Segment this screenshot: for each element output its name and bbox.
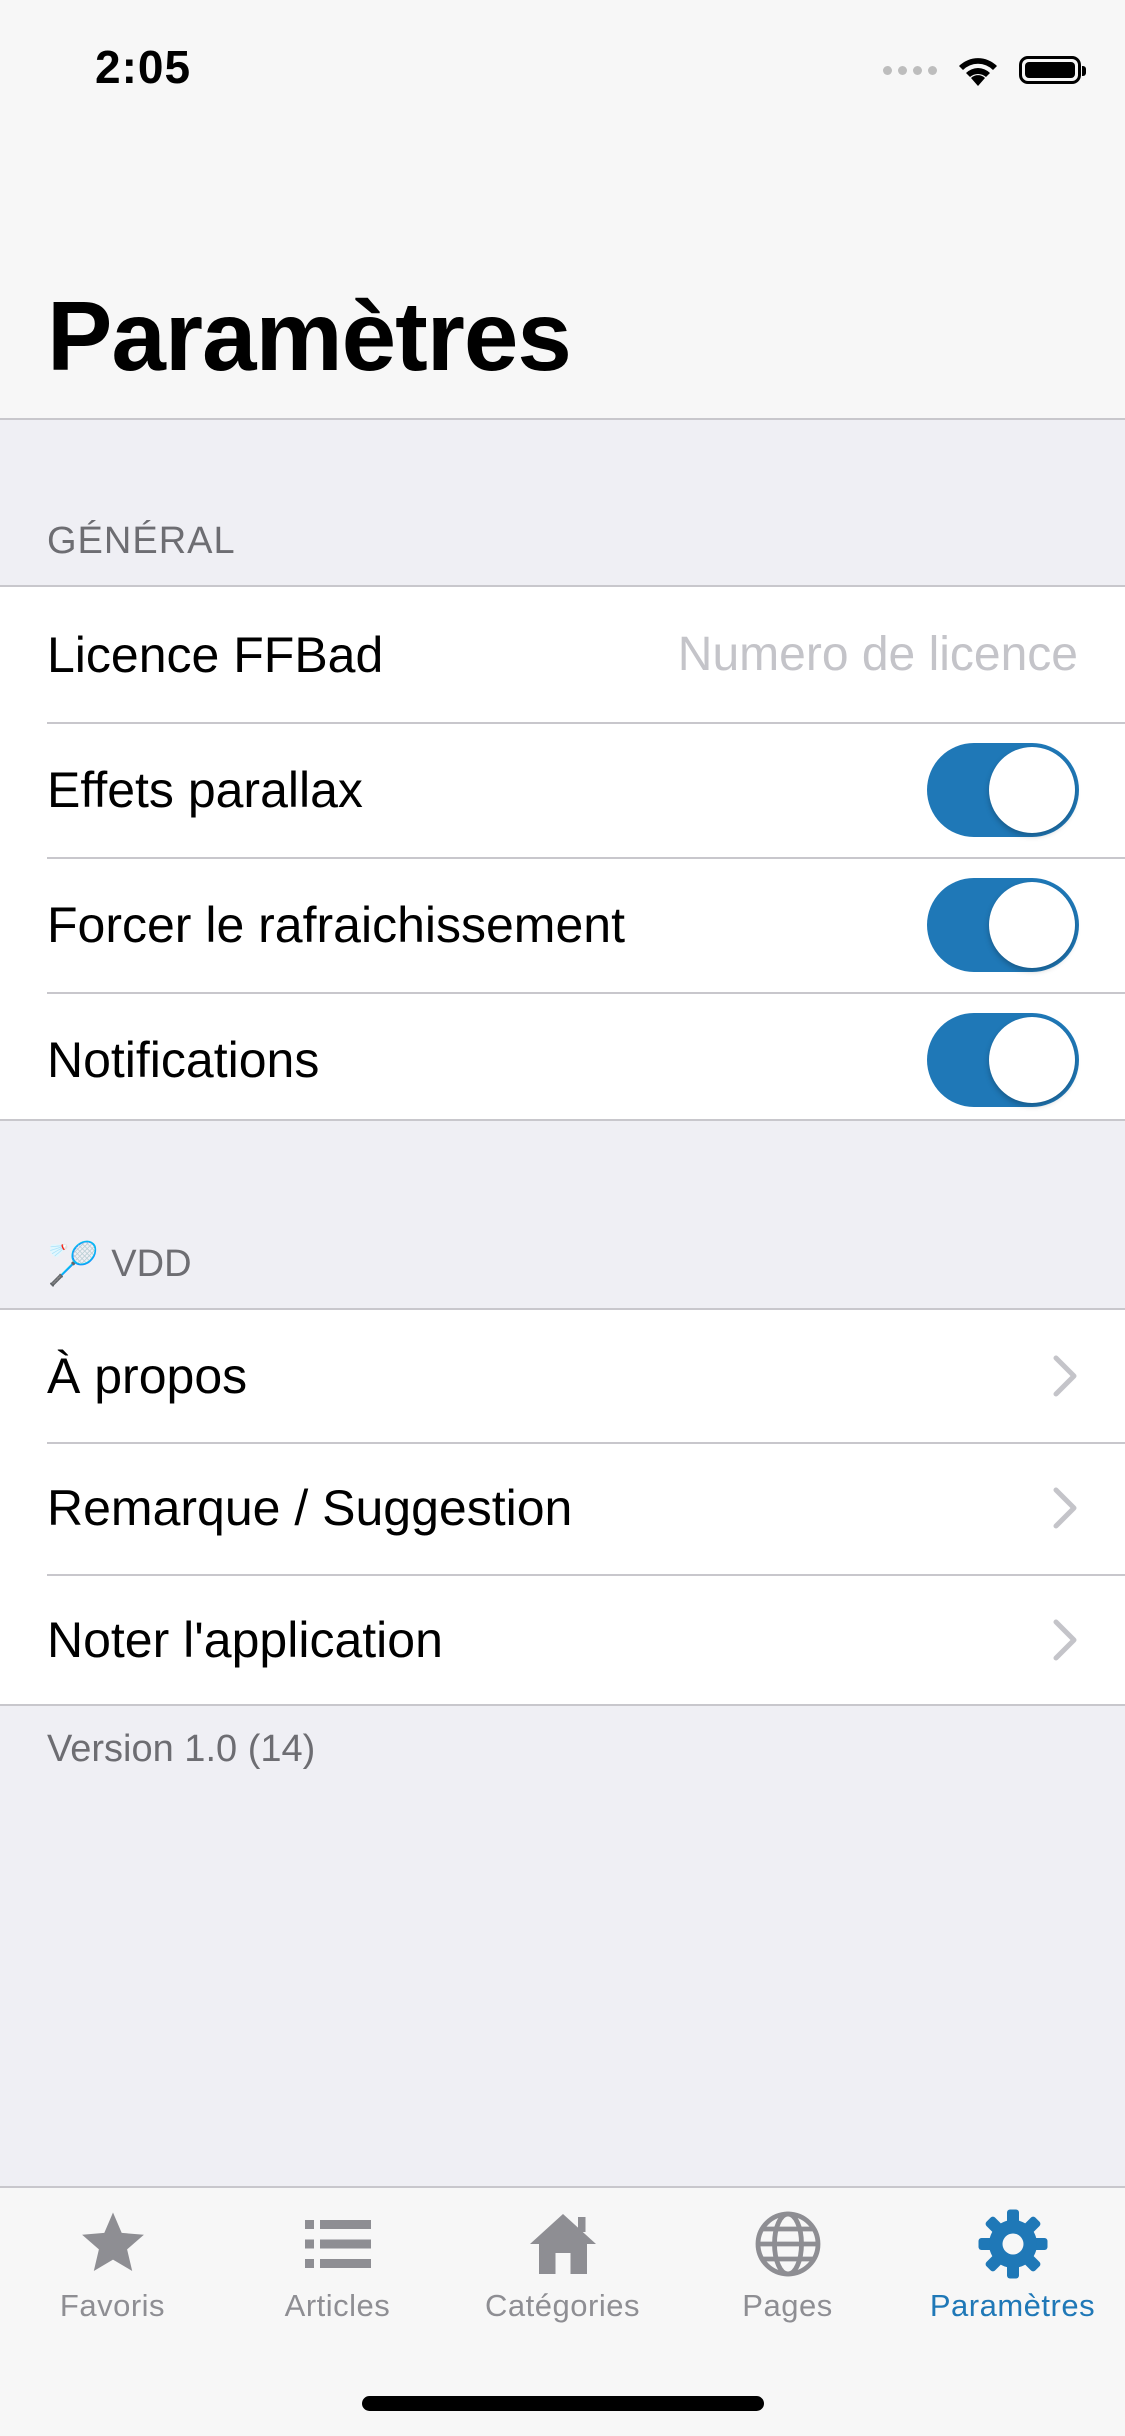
tab-parametres[interactable]: Paramètres [900, 2208, 1125, 2324]
licence-label: Licence FFBad [47, 626, 384, 683]
parallax-row: Effets parallax [0, 722, 1125, 857]
home-icon [529, 2214, 596, 2274]
tab-favoris[interactable]: Favoris [0, 2208, 225, 2324]
notifications-row: Notifications [0, 992, 1125, 1127]
tab-favoris-label: Favoris [59, 2288, 166, 2323]
section-header-general: GÉNÉRAL [47, 520, 236, 562]
tab-articles[interactable]: Articles [225, 2208, 450, 2324]
parallax-label: Effets parallax [47, 761, 363, 818]
list-icon [304, 2220, 371, 2268]
list-item-suggestion[interactable]: Remarque / Suggestion [0, 1442, 1125, 1574]
cellular-signal-icon [883, 65, 937, 75]
chevron-right-icon [1053, 1619, 1077, 1661]
parallax-toggle[interactable] [927, 742, 1079, 837]
notifications-label: Notifications [47, 1031, 320, 1088]
gear-icon [978, 2209, 1047, 2279]
about-label: À propos [47, 1348, 248, 1404]
suggestion-label: Remarque / Suggestion [47, 1480, 573, 1536]
globe-icon [755, 2211, 820, 2277]
wifi-icon [959, 58, 997, 86]
notifications-toggle[interactable] [927, 1012, 1079, 1107]
refresh-label: Forcer le rafraichissement [47, 896, 625, 953]
rate-app-label: Noter l'application [47, 1612, 443, 1668]
chevron-right-icon [1053, 1487, 1077, 1529]
vdd-group: À propos Remarque / Suggestion Noter l'a… [0, 1308, 1125, 1706]
refresh-row: Forcer le rafraichissement [0, 857, 1125, 992]
vdd-header-label: VDD [111, 1243, 192, 1285]
list-item-about[interactable]: À propos [0, 1310, 1125, 1442]
list-item-rate-app[interactable]: Noter l'application [0, 1574, 1125, 1706]
tab-pages[interactable]: Pages [675, 2208, 900, 2324]
version-label: Version 1.0 (14) [47, 1728, 316, 1770]
navigation-bar: 2:05 Paramètres [0, 0, 1125, 420]
tab-pages-label: Pages [742, 2288, 833, 2323]
badminton-icon: 🏸 [47, 1240, 100, 1287]
tab-articles-label: Articles [284, 2288, 391, 2323]
chevron-right-icon [1053, 1355, 1077, 1397]
refresh-toggle[interactable] [927, 877, 1079, 972]
battery-icon [1019, 56, 1086, 84]
licence-input[interactable] [556, 626, 1080, 683]
tab-categories-label: Catégories [485, 2288, 640, 2323]
status-time: 2:05 [95, 41, 192, 93]
tab-parametres-label: Paramètres [929, 2288, 1096, 2323]
tab-categories[interactable]: Catégories [450, 2208, 675, 2324]
star-icon [81, 2212, 144, 2271]
general-group: Licence FFBad Effets parallax Forcer le … [0, 585, 1125, 1121]
home-indicator [362, 2396, 764, 2411]
section-header-vdd: 🏸 VDD [47, 1240, 192, 1289]
page-title: Paramètres [47, 281, 572, 391]
licence-row[interactable]: Licence FFBad [0, 587, 1125, 722]
status-indicators [883, 48, 1086, 92]
